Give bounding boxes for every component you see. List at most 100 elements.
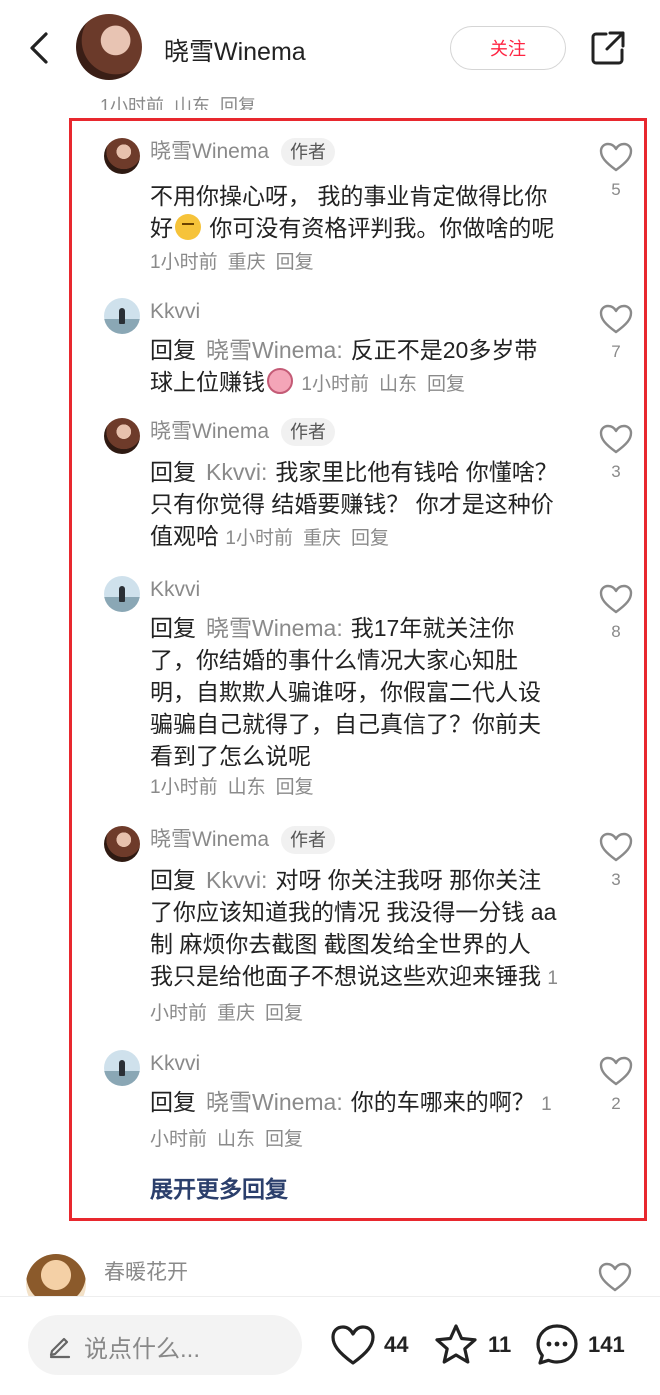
comment-placeholder: 说点什么... bbox=[84, 1336, 201, 1363]
reply-location: 重庆 bbox=[217, 1003, 256, 1024]
header-user-name[interactable]: 晓雪Winema bbox=[164, 32, 306, 68]
heart-icon bbox=[599, 832, 633, 862]
pencil-icon bbox=[49, 1337, 71, 1359]
like-button[interactable]: 3 bbox=[598, 424, 634, 482]
reply-link[interactable]: 回复 bbox=[351, 528, 389, 549]
sweat-face-icon bbox=[267, 368, 293, 394]
expand-more-replies[interactable]: 展开更多回复 bbox=[150, 1170, 288, 1204]
reply-colon: : bbox=[336, 1089, 343, 1115]
heart-icon bbox=[599, 1056, 633, 1086]
avatar[interactable] bbox=[104, 418, 140, 454]
reply-target[interactable]: 晓雪Winema bbox=[206, 337, 336, 363]
reply-time: 1小时前 bbox=[301, 374, 369, 395]
back-button[interactable] bbox=[22, 28, 58, 68]
reply-target[interactable]: 晓雪Winema bbox=[206, 1089, 336, 1115]
top-bar: 晓雪Winema 关注 bbox=[0, 0, 660, 96]
reply-content[interactable]: 回复 Kkvvi: 我家里比他有钱哈 你懂啥？ 只有你觉得 结婚要赚钱？ 你才是这种… bbox=[150, 456, 560, 555]
author-badge: 作者 bbox=[281, 826, 336, 854]
like-count: 3 bbox=[611, 462, 621, 481]
reply-location: 山东 bbox=[227, 777, 266, 798]
avatar[interactable] bbox=[104, 1050, 140, 1086]
reply-time: 1小时前 bbox=[225, 528, 293, 549]
like-count: 44 bbox=[384, 1332, 409, 1357]
collect-stat[interactable]: 11 bbox=[432, 1317, 511, 1373]
heart-icon bbox=[598, 1262, 632, 1292]
thinking-face-icon bbox=[175, 214, 201, 240]
like-button[interactable]: 3 bbox=[598, 832, 634, 890]
reply-link[interactable]: 回复 bbox=[220, 96, 256, 110]
reply-text: 你的车哪来的啊？ bbox=[350, 1089, 535, 1115]
reply-location: 山东 bbox=[378, 374, 417, 395]
reply-user-name[interactable]: 晓雪Winema bbox=[150, 140, 269, 163]
reply-link[interactable]: 回复 bbox=[427, 374, 465, 395]
author-badge: 作者 bbox=[281, 138, 336, 166]
reply-content[interactable]: 回复 晓雪Winema: 反正不是20多岁带球上位赚钱 1小时前 山东 回复 bbox=[150, 334, 560, 401]
reply-link[interactable]: 回复 bbox=[265, 1003, 303, 1024]
reply-user-name[interactable]: 晓雪Winema bbox=[150, 420, 269, 443]
comment-location: 山东 bbox=[174, 96, 211, 110]
like-button[interactable]: 2 bbox=[598, 1056, 634, 1114]
reply-link[interactable]: 回复 bbox=[265, 1129, 303, 1150]
like-count: 3 bbox=[611, 870, 621, 889]
reply-time: 1小时前 bbox=[150, 252, 218, 273]
bottom-bar: 说点什么... 44 11 141 bbox=[0, 1296, 660, 1395]
reply-colon: : bbox=[260, 867, 268, 893]
like-count: 5 bbox=[611, 180, 621, 199]
heart-icon bbox=[599, 304, 633, 334]
like-stat[interactable]: 44 bbox=[330, 1317, 408, 1373]
reply-content[interactable]: 回复 晓雪Winema: 你的车哪来的啊？ 1小时前 山东 回复 bbox=[150, 1086, 560, 1156]
comment-user-name[interactable]: 春暖花开 bbox=[104, 1256, 188, 1286]
comment-stat[interactable]: 141 bbox=[534, 1317, 625, 1373]
like-count: 8 bbox=[611, 622, 621, 641]
like-button[interactable]: 7 bbox=[598, 304, 634, 362]
reply-prefix: 回复 bbox=[150, 459, 196, 485]
star-icon bbox=[435, 1324, 477, 1364]
previous-comment-meta: 1小时前 山东 回复 bbox=[100, 92, 256, 110]
reply-content[interactable]: 回复 Kkvvi: 对呀 你关注我呀 那你关注了你应该知道我的情况 我没得一分钱 a… bbox=[150, 864, 560, 1030]
reply-target[interactable]: Kkvvi bbox=[206, 459, 261, 485]
comment-time: 1小时前 bbox=[100, 96, 165, 110]
chevron-left-icon bbox=[30, 32, 48, 64]
collect-count: 11 bbox=[488, 1332, 512, 1357]
avatar[interactable] bbox=[104, 298, 140, 334]
reply-user-name[interactable]: 晓雪Winema bbox=[150, 828, 269, 851]
like-button[interactable]: 5 bbox=[598, 142, 634, 200]
comment-input[interactable]: 说点什么... bbox=[28, 1315, 302, 1375]
header-avatar[interactable] bbox=[76, 14, 142, 80]
heart-icon bbox=[331, 1325, 375, 1365]
reply-prefix: 回复 bbox=[150, 867, 196, 893]
author-badge: 作者 bbox=[281, 418, 336, 446]
avatar[interactable] bbox=[104, 576, 140, 612]
reply-link[interactable]: 回复 bbox=[276, 252, 314, 273]
reply-location: 重庆 bbox=[302, 528, 341, 549]
share-button[interactable] bbox=[588, 28, 628, 68]
share-icon bbox=[591, 31, 625, 65]
like-button[interactable] bbox=[598, 1262, 632, 1297]
reply-prefix: 回复 bbox=[150, 337, 196, 363]
heart-icon bbox=[599, 424, 633, 454]
reply-prefix: 回复 bbox=[150, 615, 196, 641]
like-button[interactable]: 8 bbox=[598, 584, 634, 642]
reply-location: 山东 bbox=[217, 1129, 256, 1150]
reply-time: 1小时前 bbox=[150, 777, 218, 798]
reply-prefix: 回复 bbox=[150, 1089, 196, 1115]
reply-location: 重庆 bbox=[227, 252, 266, 273]
reply-target[interactable]: Kkvvi bbox=[206, 867, 261, 893]
heart-icon bbox=[599, 584, 633, 614]
reply-target[interactable]: 晓雪Winema bbox=[206, 615, 336, 641]
reply-colon: : bbox=[260, 459, 268, 485]
reply-user-name[interactable]: Kkvvi bbox=[150, 298, 200, 326]
comment-bubble-icon bbox=[536, 1324, 578, 1365]
avatar[interactable] bbox=[104, 826, 140, 862]
reply-user-name[interactable]: Kkvvi bbox=[150, 576, 200, 604]
comment-count: 141 bbox=[588, 1332, 625, 1357]
reply-content[interactable]: 不用你操心呀， 我的事业肯定做得比你好 你可没有资格评判我。你做啥的呢 1小时前… bbox=[150, 180, 560, 279]
like-count: 7 bbox=[611, 342, 621, 361]
reply-link[interactable]: 回复 bbox=[276, 777, 314, 798]
follow-button[interactable]: 关注 bbox=[450, 26, 566, 70]
reply-content[interactable]: 回复 晓雪Winema: 我17年就关注你了，你结婚的事什么情况大家心知肚明，自欺欺… bbox=[150, 612, 560, 804]
heart-icon bbox=[599, 142, 633, 172]
reply-user-name[interactable]: Kkvvi bbox=[150, 1050, 200, 1078]
avatar[interactable] bbox=[104, 138, 140, 174]
like-count: 2 bbox=[611, 1094, 621, 1113]
